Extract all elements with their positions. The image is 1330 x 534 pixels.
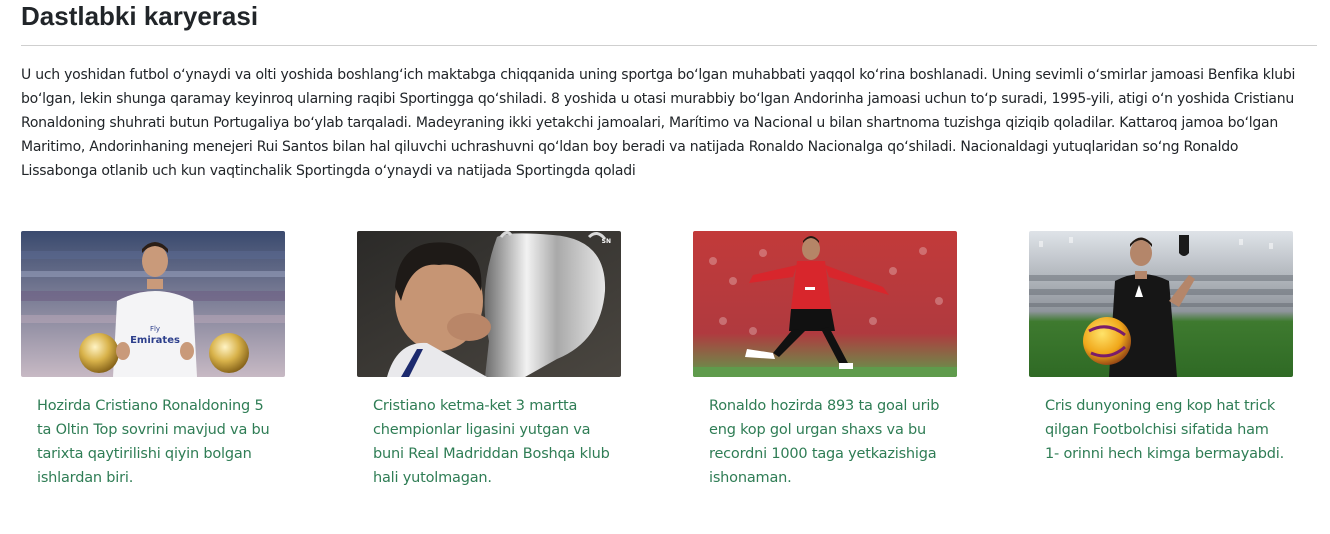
ronaldo-juventus-photo <box>1029 231 1293 377</box>
card-caption: Hozirda Cristiano Ronaldoning 5 ta Oltin… <box>37 398 270 486</box>
ronaldo-trophy-photo: SN <box>357 231 621 377</box>
section-title: Dastlabki karyerasi <box>21 1 259 31</box>
photo-card-1: Emirates Fly Hozirda Cristiano Ronaldoni… <box>21 231 285 486</box>
photo-card-2: SN Cristiano ketma-ket 3 martta chempion… <box>357 231 621 486</box>
section-paragraph: U uch yoshidan futbol oʻynaydi va olti y… <box>21 67 1296 179</box>
card-caption: Cristiano ketma-ket 3 martta chempionlar… <box>373 398 610 486</box>
card-caption: Ronaldo hozirda 893 ta goal urib eng kop… <box>709 398 940 486</box>
photo-card-3: Ronaldo hozirda 893 ta goal urib eng kop… <box>693 231 957 486</box>
ronaldo-manchester-united-photo <box>693 231 957 377</box>
photo-card-4: Cris dunyoning eng kop hat trick qilgan … <box>1029 231 1293 462</box>
section-divider <box>21 45 1317 46</box>
svg-text:Emirates: Emirates <box>130 335 180 346</box>
card-caption: Cris dunyoning eng kop hat trick qilgan … <box>1045 398 1285 462</box>
ronaldo-real-madrid-photo: Emirates Fly <box>21 231 285 377</box>
image-badge: SN <box>602 238 611 245</box>
early-career-section: Dastlabki karyerasi U uch yoshidan futbo… <box>21 0 1317 179</box>
svg-text:Fly: Fly <box>150 325 160 333</box>
photo-cards: Emirates Fly Hozirda Cristiano Ronaldoni… <box>21 231 1321 511</box>
